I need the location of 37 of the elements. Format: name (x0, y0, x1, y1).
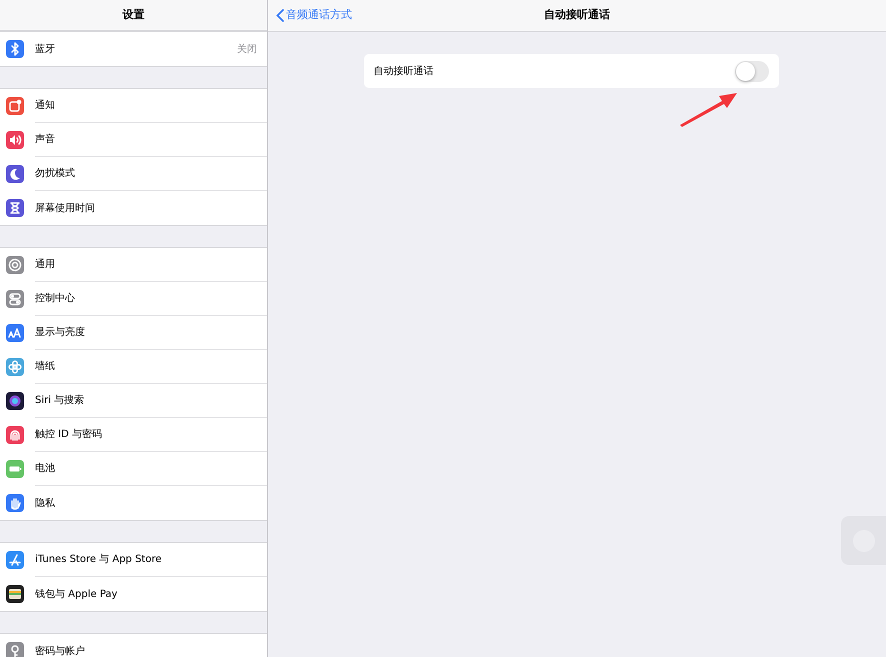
toggle-switch[interactable] (734, 60, 768, 82)
orb-icon (6, 392, 24, 410)
arrow (679, 91, 739, 127)
flower-icon (6, 358, 24, 376)
sidebar-title: 设置 (122, 6, 144, 23)
hand-icon (6, 494, 24, 512)
bluetooth-icon (6, 40, 24, 58)
settings-item[interactable]: 通用 (0, 248, 267, 282)
page-title: 自动接听通话 (544, 7, 610, 24)
settings-item[interactable]: 通知 (0, 89, 267, 123)
settings-item[interactable]: 密码与帐户 (0, 634, 267, 657)
settings-item[interactable]: 勿扰模式 (0, 157, 267, 191)
settings-item[interactable]: 墙纸 (0, 350, 267, 384)
notification-icon (6, 97, 24, 115)
back-button[interactable]: 音频通话方式 (268, 7, 352, 24)
settings-item[interactable]: 显示与亮度 (0, 316, 267, 350)
letter-a-icon (6, 551, 24, 569)
back-chevron-icon (276, 9, 284, 22)
settings-item[interactable]: 控制中心 (0, 282, 267, 316)
settings-item[interactable]: 屏幕使用时间 (0, 191, 267, 225)
settings-item[interactable]: 钱包与 Apple Pay (0, 577, 267, 611)
settings-item[interactable]: iTunes Store 与 App Store (0, 543, 267, 577)
hourglass-icon (6, 199, 24, 217)
speaker-icon (6, 131, 24, 149)
settings-item[interactable]: 电池 (0, 452, 267, 486)
text-size-icon (6, 324, 24, 342)
settings-item[interactable]: 声音 (0, 123, 267, 157)
fingerprint-icon (6, 426, 24, 444)
settings-item[interactable]: Siri 与搜索 (0, 384, 267, 418)
setting-label: 自动接听通话 (374, 64, 434, 78)
toggles-icon (6, 290, 24, 308)
moon-icon (6, 165, 24, 183)
battery-icon (6, 460, 24, 478)
settings-item[interactable]: 蓝牙 关闭 (0, 32, 267, 66)
wallet-icon (6, 585, 24, 603)
settings-item[interactable]: 触控 ID 与密码 (0, 418, 267, 452)
settings-item[interactable]: 隐私 (0, 486, 267, 520)
